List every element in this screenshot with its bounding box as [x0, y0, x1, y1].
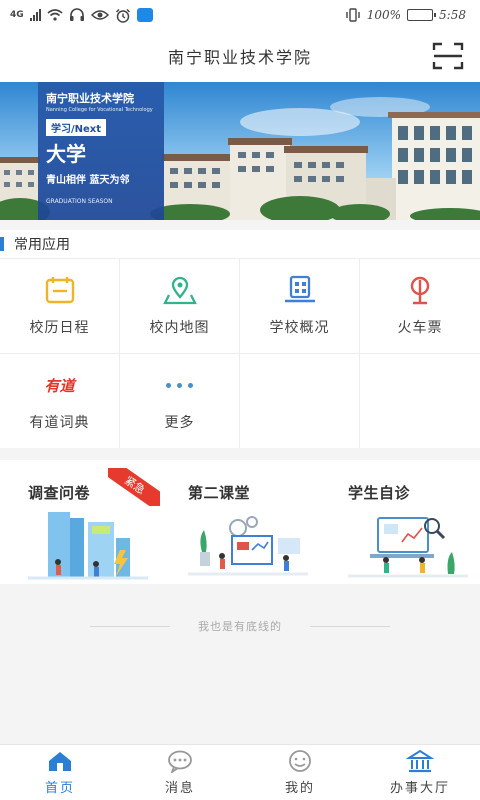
youdao-icon: 有道: [44, 376, 75, 395]
battery-percent: 100%: [366, 8, 402, 22]
alarm-icon: [115, 8, 130, 23]
tab-label: 我的: [284, 781, 315, 796]
feature-title: 第二课堂: [188, 484, 251, 502]
empty-cell: [240, 353, 360, 448]
common-apps-title: 常用应用: [0, 230, 480, 258]
status-right: 100% 5:58: [345, 8, 466, 22]
battery-icon: [407, 9, 437, 21]
app-label: 更多: [164, 415, 195, 431]
banner-tag: 学习/Next: [46, 119, 107, 136]
banner-text-panel: 南宁职业技术学院 Nanning College for Vocational …: [38, 82, 164, 220]
banner-graduation: GRADUATION SEASON: [46, 198, 113, 205]
app-school-overview[interactable]: 学校概况: [240, 258, 360, 353]
status-left: 4G: [10, 8, 153, 23]
divider: [90, 625, 170, 627]
tab-service-hall[interactable]: 办事大厅: [360, 745, 480, 800]
tab-label: 消息: [164, 781, 195, 796]
message-icon: [168, 750, 192, 773]
eye-icon: [90, 10, 109, 20]
network-type: 4G: [10, 9, 24, 20]
page-title: 南宁职业技术学院: [167, 48, 312, 67]
tab-profile[interactable]: 我的: [240, 745, 360, 800]
banner-school-name-en: Nanning College for Vocational Technolog…: [46, 107, 153, 113]
headset-icon: [69, 8, 84, 21]
status-bar: 4G 100% 5:58: [0, 0, 480, 30]
train-icon: [410, 276, 430, 305]
feature-self-diagnosis[interactable]: 学生自诊: [320, 460, 480, 584]
divider: [310, 625, 390, 627]
app-label: 校历日程: [29, 320, 90, 336]
banner-school-name: 南宁职业技术学院: [46, 92, 134, 105]
scan-icon[interactable]: [432, 41, 464, 71]
tab-label: 办事大厅: [389, 781, 450, 796]
map-pin-icon: [162, 276, 197, 305]
app-label: 校内地图: [149, 320, 210, 336]
app-notification-icon: [136, 8, 153, 22]
urgent-badge: 紧急: [108, 468, 160, 506]
common-apps-grid: 校历日程 校内地图 学校概况 火车票 有道 有道词典 更多: [0, 258, 480, 448]
wifi-icon: [47, 9, 63, 21]
clock: 5:58: [439, 8, 466, 22]
app-more[interactable]: 更多: [120, 353, 240, 448]
calendar-icon: [45, 277, 74, 304]
app-train-ticket[interactable]: 火车票: [360, 258, 480, 353]
feature-survey[interactable]: 调查问卷 紧急: [0, 460, 160, 584]
app-youdao-dict[interactable]: 有道 有道词典: [0, 353, 120, 448]
banner-big-text: 大学: [46, 142, 86, 166]
end-of-list-text: 我也是有底线的: [198, 620, 282, 633]
app-header: 南宁职业技术学院: [0, 30, 480, 82]
app-label: 学校概况: [269, 320, 330, 336]
survey-illustration: [28, 512, 148, 580]
classroom-illustration: [188, 516, 308, 576]
building-icon: [284, 275, 315, 303]
banner-slogan: 青山相伴 蓝天为邻: [46, 175, 130, 186]
signal-icon: [29, 9, 41, 21]
app-label: 火车票: [397, 320, 443, 336]
app-calendar[interactable]: 校历日程: [0, 258, 120, 353]
profile-icon: [289, 750, 311, 772]
vibrate-icon: [346, 8, 360, 22]
hall-icon: [406, 749, 434, 773]
app-campus-map[interactable]: 校内地图: [120, 258, 240, 353]
home-icon: [49, 752, 71, 771]
bottom-tab-bar: 首页 消息 我的 办事大厅: [0, 744, 480, 800]
tab-messages[interactable]: 消息: [120, 745, 240, 800]
end-of-list-note: 我也是有底线的: [0, 615, 480, 637]
feature-cards: 调查问卷 紧急 第二课堂 学生自诊: [0, 460, 480, 584]
tab-label: 首页: [44, 781, 75, 796]
feature-second-classroom[interactable]: 第二课堂: [160, 460, 320, 584]
tab-home[interactable]: 首页: [0, 745, 120, 800]
app-label: 有道词典: [29, 415, 90, 431]
self-diagnosis-illustration: [348, 517, 468, 578]
more-icon: [163, 370, 197, 400]
banner[interactable]: 南宁职业技术学院 Nanning College for Vocational …: [0, 82, 480, 220]
empty-cell: [360, 353, 480, 448]
feature-title: 学生自诊: [348, 484, 411, 502]
